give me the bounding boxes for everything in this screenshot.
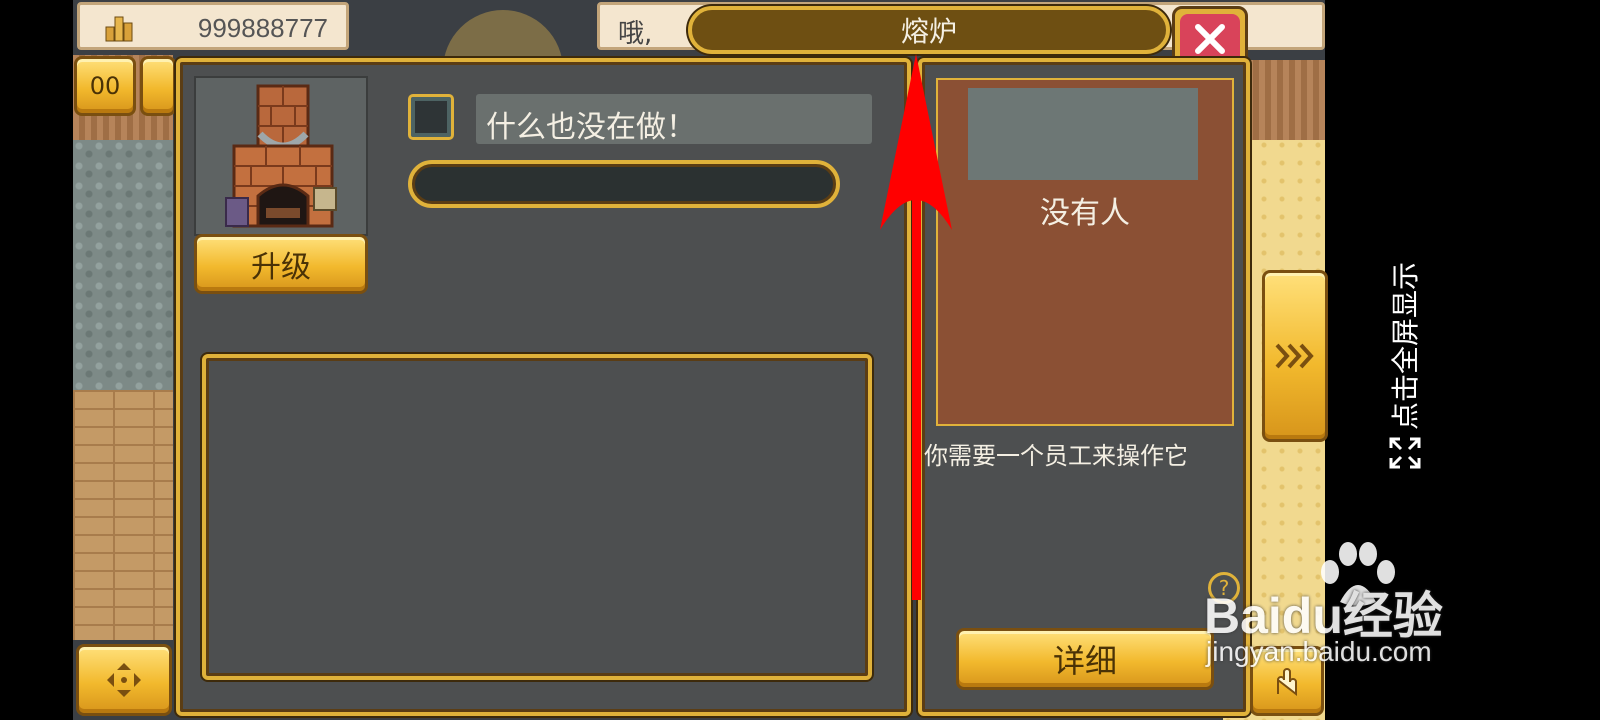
worker-card[interactable]: 没有人 <box>936 78 1234 426</box>
detail-button-label: 详细 <box>1052 642 1117 680</box>
worker-name: 没有人 <box>1040 196 1130 231</box>
detail-button[interactable]: 详细 <box>956 628 1214 690</box>
upgrade-button-label: 升级 <box>251 250 311 285</box>
watermark-url: jingyan.baidu.com <box>1206 636 1432 667</box>
fast-forward-icon <box>1275 343 1314 369</box>
expand-icon <box>1389 437 1421 469</box>
dialog-title-bar: 熔炉 <box>688 6 1170 54</box>
close-icon <box>1195 24 1225 54</box>
furnace-image <box>194 76 368 236</box>
next-button[interactable] <box>1262 270 1328 442</box>
fullscreen-toggle[interactable]: 点击全屏显示 <box>1380 230 1428 480</box>
speed-button[interactable]: 00 <box>74 56 136 116</box>
item-list-box <box>202 354 872 680</box>
brick-floor <box>73 390 173 640</box>
message-text: 哦, <box>618 19 653 49</box>
worker-portrait <box>968 88 1198 180</box>
upgrade-button[interactable]: 升级 <box>194 234 368 294</box>
move-button[interactable] <box>76 644 172 716</box>
furnace-icon <box>225 84 337 228</box>
money-amount: 999888777 <box>197 13 328 43</box>
fullscreen-label: 点击全屏显示 <box>1389 261 1422 430</box>
speed-button-label: 00 <box>89 72 121 100</box>
baidu-watermark: Baidu经验 jingyan.baidu.com <box>1200 540 1500 680</box>
move-icon <box>107 663 141 697</box>
status-checkbox[interactable] <box>408 94 454 140</box>
progress-bar <box>408 160 840 208</box>
annotation-arrow <box>880 54 952 600</box>
furnace-dialog: 升级 什么也没在做！ <box>176 58 911 716</box>
money-panel: 999888777 <box>77 2 349 50</box>
worker-hint: 你需要一个员工来操作它 <box>924 442 1188 470</box>
status-text-box: 什么也没在做！ <box>476 94 872 145</box>
map-button[interactable] <box>140 56 176 116</box>
stone-floor <box>73 140 173 390</box>
status-text: 什么也没在做！ <box>486 110 696 145</box>
dialog-title: 熔炉 <box>900 15 957 48</box>
buildings-icon <box>104 13 134 43</box>
